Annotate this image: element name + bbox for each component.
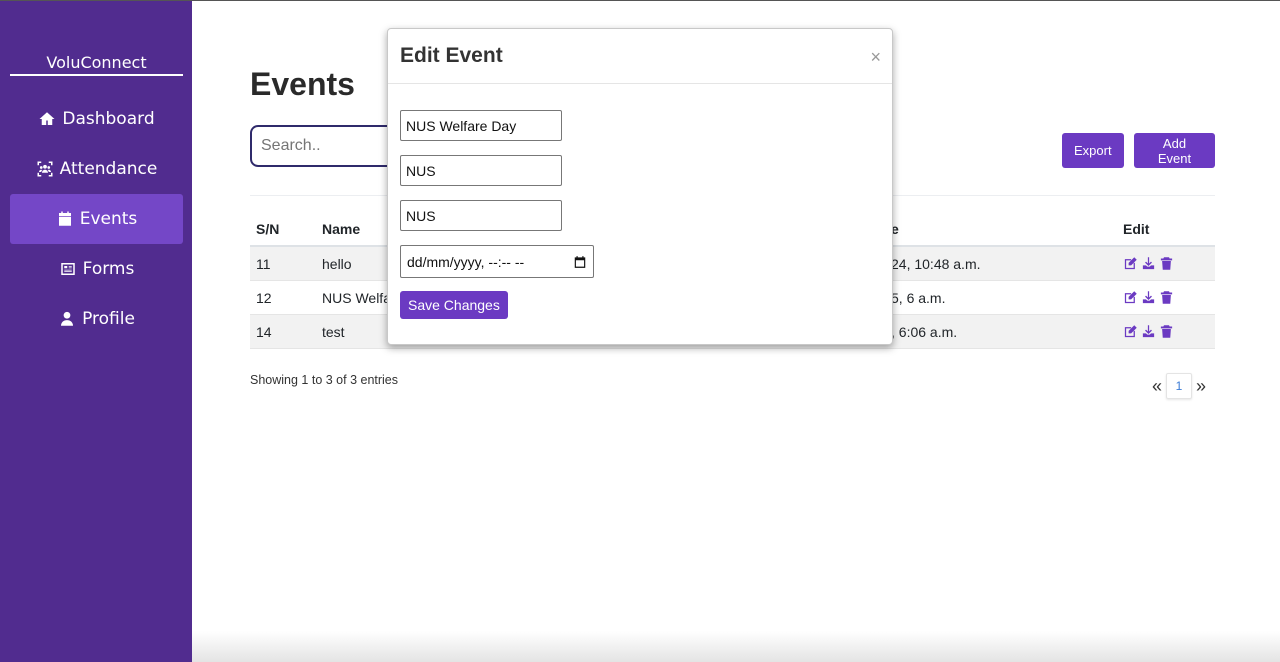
trash-icon[interactable] [1159, 256, 1174, 271]
cell-sn: 11 [256, 255, 271, 272]
sidebar-item-profile[interactable]: Profile [10, 294, 183, 344]
calendar-picker-icon[interactable] [573, 255, 587, 269]
calendar-icon [58, 211, 71, 226]
cell-sn: 12 [256, 289, 272, 306]
bottom-shadow [192, 631, 1280, 662]
cell-date: , 6:06 a.m. [891, 323, 958, 340]
modal-header: Edit Event × [388, 29, 892, 84]
edit-event-modal: Edit Event × dd/mm/yyyy, --:-- -- Save C… [387, 28, 893, 345]
add-event-button[interactable]: Add Event [1134, 133, 1215, 168]
header-edit: Edit [1123, 221, 1150, 237]
pagination: « 1 » [1152, 373, 1206, 399]
event-datetime-field[interactable]: dd/mm/yyyy, --:-- -- [400, 245, 594, 278]
user-icon [61, 311, 74, 326]
row-actions [1123, 256, 1215, 271]
sidebar-item-label: Forms [82, 259, 135, 279]
cell-date: 24, 10:48 a.m. [891, 255, 981, 272]
sidebar-item-attendance[interactable]: Attendance [10, 144, 183, 194]
download-icon[interactable] [1141, 256, 1156, 271]
modal-title: Edit Event [400, 44, 503, 67]
row-actions [1123, 324, 1215, 339]
sidebar-item-forms[interactable]: Forms [10, 244, 183, 294]
header-sn[interactable]: S/N [250, 221, 316, 237]
sidebar-item-dashboard[interactable]: Dashboard [10, 94, 183, 144]
edit-icon[interactable] [1123, 256, 1138, 271]
close-icon[interactable]: × [870, 47, 881, 68]
cell-date: 5, 6 a.m. [891, 289, 946, 306]
entries-info: Showing 1 to 3 of 3 entries [250, 373, 399, 387]
save-changes-button[interactable]: Save Changes [400, 291, 508, 319]
download-icon[interactable] [1141, 324, 1156, 339]
event-name-field[interactable] [400, 110, 562, 141]
trash-icon[interactable] [1159, 290, 1174, 305]
home-icon [39, 112, 55, 125]
sidebar-item-label: Profile [82, 309, 135, 329]
header-date[interactable]: e [891, 221, 1123, 237]
next-page-button[interactable]: » [1196, 376, 1206, 397]
export-button[interactable]: Export [1062, 133, 1124, 168]
app-window: VoluConnect Dashboard Attendance Events … [0, 0, 1280, 662]
sidebar-item-label: Attendance [59, 159, 158, 179]
row-actions [1123, 290, 1215, 305]
people-scan-icon [37, 161, 53, 177]
page-1-button[interactable]: 1 [1166, 373, 1193, 399]
sidebar-item-label: Dashboard [62, 109, 155, 129]
event-location-field[interactable] [400, 200, 562, 231]
download-icon[interactable] [1141, 290, 1156, 305]
cell-sn: 14 [256, 323, 272, 340]
prev-page-button[interactable]: « [1152, 376, 1162, 397]
brand-logo[interactable]: VoluConnect [10, 53, 183, 76]
edit-icon[interactable] [1123, 324, 1138, 339]
sidebar: VoluConnect Dashboard Attendance Events … [0, 1, 192, 662]
datetime-value: dd/mm/yyyy, --:-- -- [407, 253, 525, 270]
edit-icon[interactable] [1123, 290, 1138, 305]
event-organizer-field[interactable] [400, 155, 562, 186]
sidebar-item-events[interactable]: Events [10, 194, 183, 244]
page-title: Events [250, 66, 355, 102]
sidebar-item-label: Events [79, 209, 138, 229]
form-icon [60, 263, 75, 275]
sidebar-nav: Dashboard Attendance Events Forms Profil… [10, 94, 183, 344]
trash-icon[interactable] [1159, 324, 1174, 339]
